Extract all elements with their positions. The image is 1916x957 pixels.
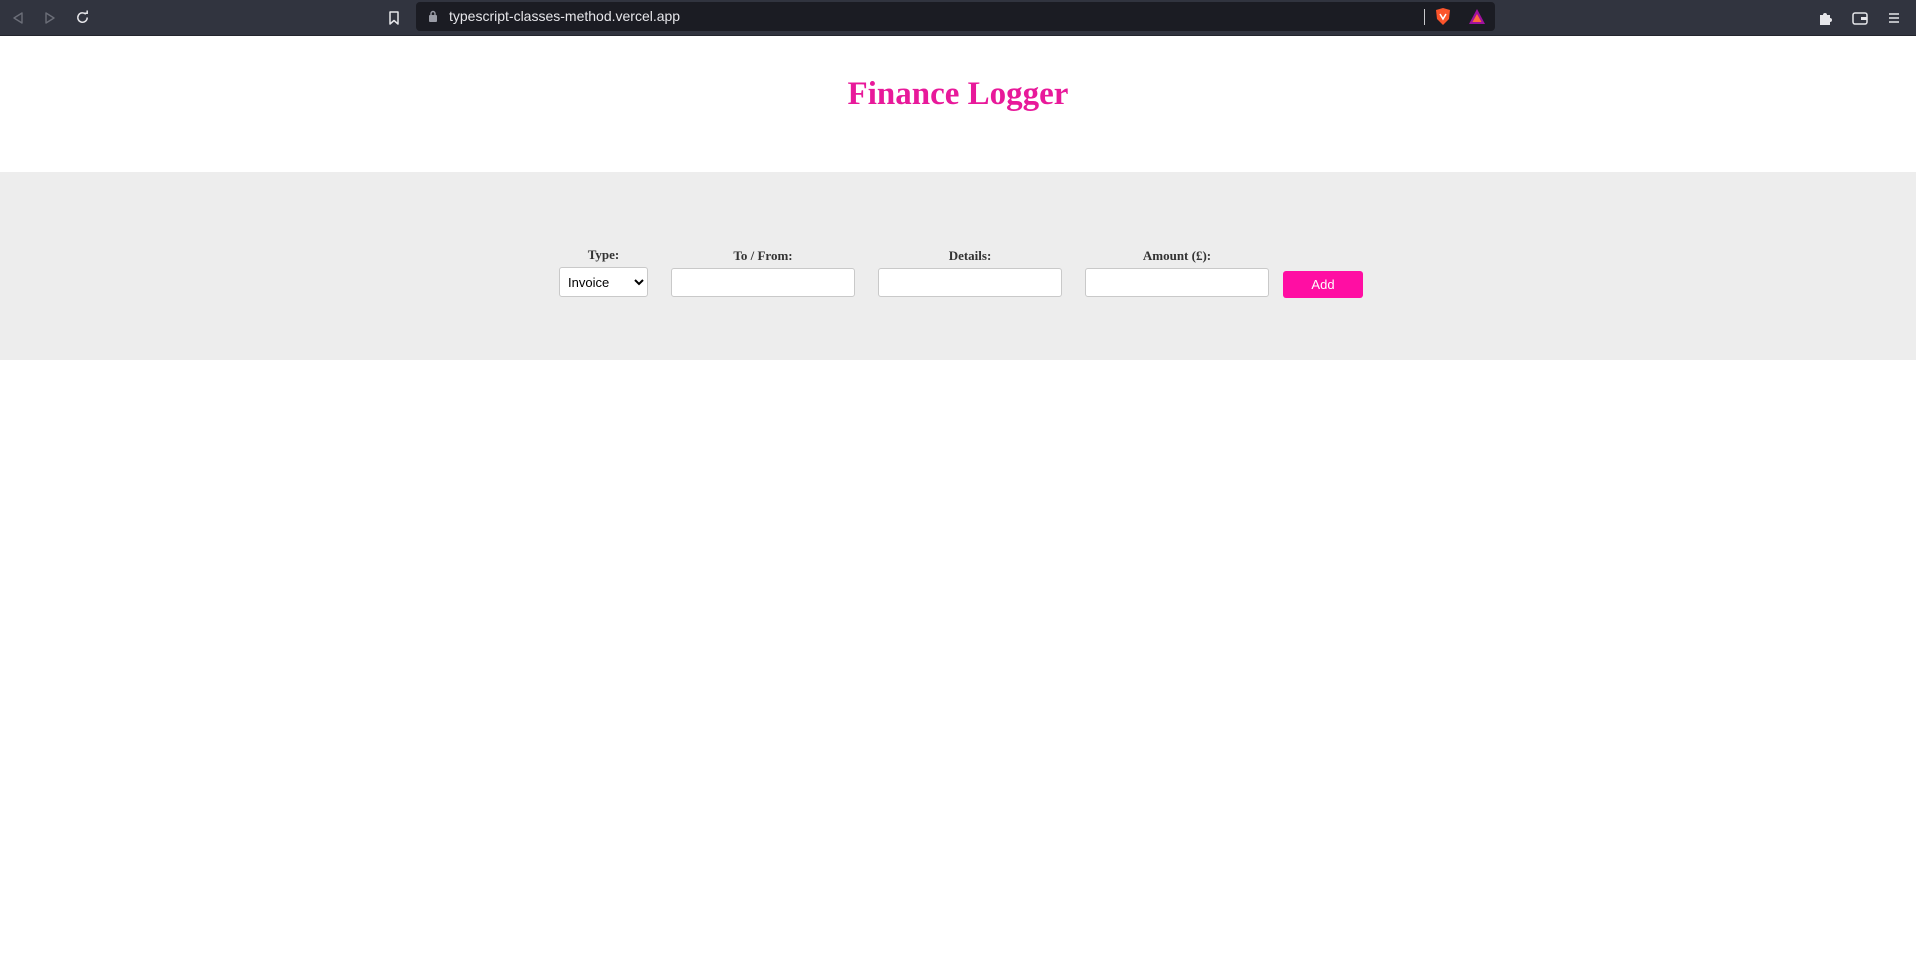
hamburger-menu-icon bbox=[1889, 12, 1899, 23]
details-label: Details: bbox=[948, 248, 992, 263]
type-field: Type: Invoice bbox=[559, 247, 648, 297]
tofrom-input[interactable] bbox=[671, 268, 855, 297]
amount-label: Amount (£): bbox=[1142, 248, 1212, 263]
rewards-triangle-icon[interactable] bbox=[1468, 8, 1486, 25]
reload-button[interactable] bbox=[68, 0, 96, 35]
url-text: typescript-classes-method.vercel.app bbox=[449, 8, 681, 24]
menu-button[interactable] bbox=[1880, 0, 1908, 35]
bookmark-button[interactable] bbox=[380, 0, 408, 35]
lock-icon bbox=[429, 10, 437, 22]
type-select[interactable]: Invoice bbox=[559, 267, 648, 297]
tofrom-field: To / From: bbox=[671, 248, 855, 297]
add-button[interactable]: Add bbox=[1283, 271, 1363, 298]
forward-button[interactable] bbox=[36, 0, 64, 35]
address-bar-divider bbox=[1424, 9, 1425, 25]
browser-toolbar: typescript-classes-method.vercel.app bbox=[0, 0, 1916, 36]
page-title: Finance Logger bbox=[847, 76, 1069, 112]
reload-icon bbox=[76, 10, 88, 23]
wallet-icon bbox=[1852, 11, 1868, 25]
details-field: Details: bbox=[878, 248, 1062, 297]
type-label: Type: bbox=[587, 247, 620, 262]
finance-form: Type: Invoice To / From: Details: Amount… bbox=[0, 172, 1916, 360]
brave-shield-icon[interactable] bbox=[1434, 7, 1452, 26]
tofrom-label: To / From: bbox=[733, 248, 793, 263]
amount-input[interactable] bbox=[1085, 268, 1269, 297]
puzzle-icon bbox=[1820, 12, 1832, 25]
wallet-button[interactable] bbox=[1846, 0, 1874, 35]
bookmark-icon bbox=[389, 10, 399, 25]
address-bar[interactable]: typescript-classes-method.vercel.app bbox=[416, 2, 1495, 31]
forward-arrow-icon bbox=[45, 11, 55, 24]
amount-field: Amount (£): bbox=[1085, 248, 1269, 297]
back-button[interactable] bbox=[4, 0, 32, 35]
extensions-button[interactable] bbox=[1812, 0, 1840, 35]
back-arrow-icon bbox=[13, 11, 23, 24]
details-input[interactable] bbox=[878, 268, 1062, 297]
